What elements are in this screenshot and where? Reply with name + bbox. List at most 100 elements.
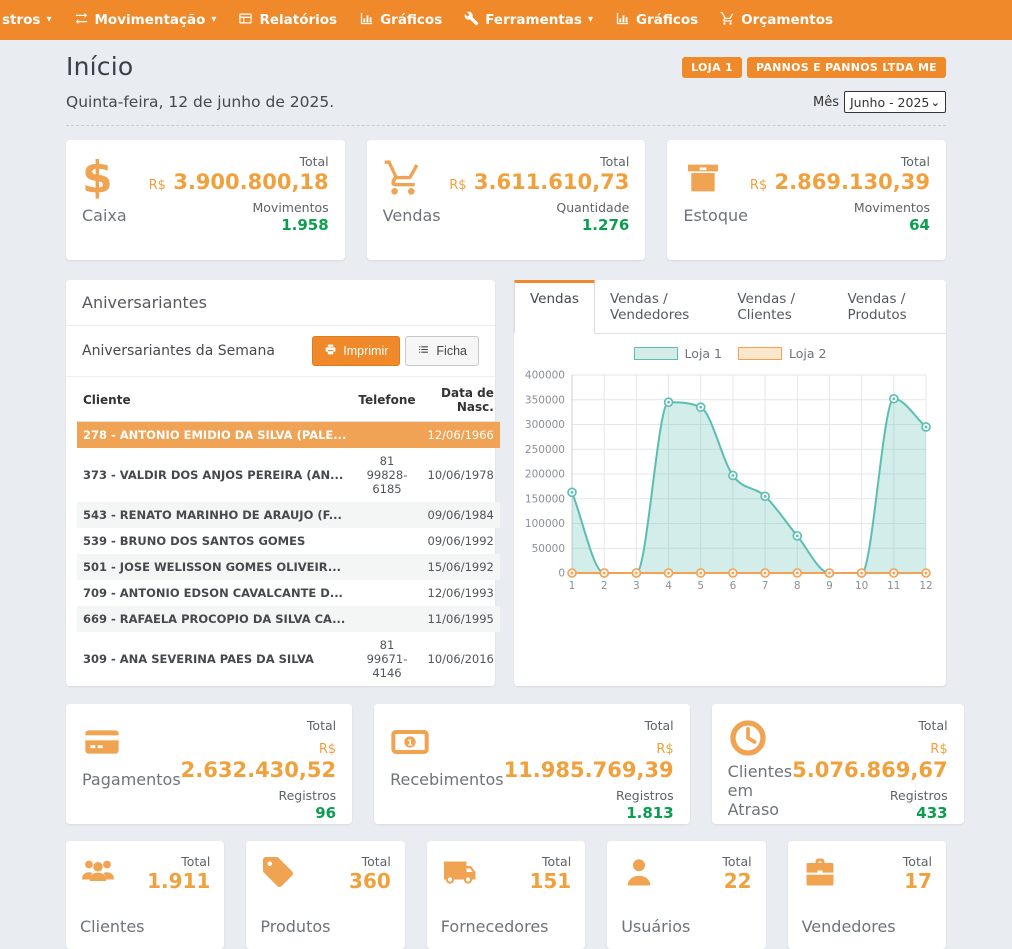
total-label: Total xyxy=(149,154,329,169)
card-label: Usuários xyxy=(621,917,751,936)
stat-card-pagamentos[interactable]: Pagamentos Total R$ 2.632.430,52 Registr… xyxy=(66,704,352,824)
svg-text:400000: 400000 xyxy=(525,370,565,382)
money-bill-icon: 1 xyxy=(390,718,503,766)
sales-chart: 0500001000001500002000002500003000003500… xyxy=(514,361,946,615)
column-header-telefone[interactable]: Telefone xyxy=(352,379,421,422)
birthdays-panel-title: Aniversariantes xyxy=(66,280,495,326)
sub-label: Registros xyxy=(504,788,674,803)
count-value: 1.911 xyxy=(147,869,210,893)
total-label: Total xyxy=(903,854,932,869)
table-row[interactable]: 501 - JOSE WELISSON GOMES OLIVEIR...15/0… xyxy=(77,554,500,580)
cell-name: 709 - ANTONIO EDSON CAVALCANTE D... xyxy=(77,580,352,606)
sales-chart-panel: Vendas Vendas / Vendedores Vendas / Clie… xyxy=(514,280,946,686)
tab-vendas[interactable]: Vendas xyxy=(514,280,595,334)
svg-text:2: 2 xyxy=(601,580,608,592)
cell-date: 09/06/1984 xyxy=(422,502,500,528)
count-card-vendedores[interactable]: Total 17 Vendedores xyxy=(788,841,946,949)
nav-item-relatorios[interactable]: Relatórios xyxy=(227,0,348,40)
sub-label: Registros xyxy=(181,788,336,803)
nav-item-orcamentos[interactable]: Orçamentos xyxy=(709,0,844,40)
cell-date: 09/06/1992 xyxy=(422,528,500,554)
briefcase-icon xyxy=(802,854,838,894)
stat-card-estoque[interactable]: Estoque Total R$ 2.869.130,39 Movimentos… xyxy=(667,140,946,260)
cell-phone: 81 99828-6185 xyxy=(352,448,421,502)
top-navbar: stros ▾ Movimentação ▾ Relatórios Gráfic… xyxy=(0,0,1012,40)
caret-down-icon: ▾ xyxy=(588,15,593,25)
count-card-produtos[interactable]: Total 360 Produtos xyxy=(246,841,404,949)
svg-text:5: 5 xyxy=(697,580,704,592)
nav-item-graficos-2[interactable]: Gráficos xyxy=(604,0,709,40)
card-label: Clientes xyxy=(80,917,210,936)
clock-icon xyxy=(728,718,793,758)
cell-date: 11/06/1995 xyxy=(422,606,500,632)
nav-item-graficos-1[interactable]: Gráficos xyxy=(348,0,453,40)
chart-legend: Loja 1 Loja 2 xyxy=(514,346,946,361)
table-row[interactable]: 278 - ANTONIO EMIDIO DA SILVA (PALE...12… xyxy=(77,422,500,449)
cell-date: 10/06/2016 xyxy=(422,632,500,686)
count-card-fornecedores[interactable]: Total 151 Fornecedores xyxy=(427,841,585,949)
store-badge: LOJA 1 xyxy=(682,57,742,78)
nav-item-label: Ferramentas xyxy=(485,12,582,28)
birthdays-panel: Aniversariantes Aniversariantes da Seman… xyxy=(66,280,495,686)
table-row[interactable]: 373 - VALDIR DOS ANJOS PEREIRA (AN...81 … xyxy=(77,448,500,502)
cell-phone xyxy=(352,554,421,580)
print-button[interactable]: Imprimir xyxy=(312,336,400,366)
svg-text:150000: 150000 xyxy=(525,493,565,505)
ficha-button[interactable]: Ficha xyxy=(405,336,479,366)
svg-text:0: 0 xyxy=(558,568,565,580)
stat-card-caixa[interactable]: $ Caixa Total R$ 3.900.800,18 Movimentos… xyxy=(66,140,345,260)
svg-text:200000: 200000 xyxy=(525,469,565,481)
tab-vendas-clientes[interactable]: Vendas / Clientes xyxy=(722,280,832,333)
current-date: Quinta-feira, 12 de junho de 2025. xyxy=(66,93,334,111)
svg-text:350000: 350000 xyxy=(525,394,565,406)
cell-date: 15/06/1992 xyxy=(422,554,500,580)
nav-item-label: Gráficos xyxy=(636,12,698,28)
month-label: Mês xyxy=(813,95,839,110)
nav-item-movimentacao[interactable]: Movimentação ▾ xyxy=(63,0,228,40)
exchange-icon xyxy=(74,11,89,30)
nav-item-label: Relatórios xyxy=(259,12,337,28)
count-value: 151 xyxy=(529,869,571,893)
svg-text:250000: 250000 xyxy=(525,444,565,456)
svg-text:50000: 50000 xyxy=(532,543,565,555)
column-header-data-nasc[interactable]: Data de Nasc. xyxy=(422,379,500,422)
table-row[interactable]: 669 - RAFAELA PROCOPIO DA SILVA CA...11/… xyxy=(77,606,500,632)
tab-vendas-vendedores[interactable]: Vendas / Vendedores xyxy=(595,280,722,333)
company-badge: PANNOS E PANNOS LTDA ME xyxy=(747,57,946,78)
printer-icon xyxy=(324,343,337,359)
stat-card-vendas[interactable]: Vendas Total R$ 3.611.610,73 Quantidade … xyxy=(367,140,646,260)
count-card-usuarios[interactable]: Total 22 Usuários xyxy=(607,841,765,949)
column-header-cliente[interactable]: Cliente xyxy=(77,379,352,422)
legend-item-loja1: Loja 1 xyxy=(634,346,722,361)
nav-item-cadastros[interactable]: stros ▾ xyxy=(0,0,63,40)
nav-item-ferramentas[interactable]: Ferramentas ▾ xyxy=(453,0,604,40)
nav-item-label: Movimentação xyxy=(95,12,206,28)
svg-text:10: 10 xyxy=(855,580,868,592)
stat-card-clientes-em-atraso[interactable]: Clientes em Atraso Total R$ 5.076.869,67… xyxy=(712,704,964,824)
total-label: Total xyxy=(181,718,336,733)
table-row[interactable]: 309 - ANA SEVERINA PAES DA SILVA81 99671… xyxy=(77,632,500,686)
total-label: Total xyxy=(722,854,751,869)
total-label: Total xyxy=(529,854,571,869)
birthdays-subtitle: Aniversariantes da Semana xyxy=(82,343,275,359)
total-label: Total xyxy=(449,154,629,169)
total-label: Total xyxy=(349,854,391,869)
month-select[interactable]: Junho - 2025 ⌄ xyxy=(844,91,946,113)
table-row[interactable]: 539 - BRUNO DOS SANTOS GOMES09/06/1992 xyxy=(77,528,500,554)
month-select-value: Junho - 2025 xyxy=(850,95,929,110)
stat-card-recebimentos[interactable]: 1 Recebimentos Total R$ 11.985.769,39 Re… xyxy=(374,704,690,824)
card-label: Produtos xyxy=(260,917,390,936)
tab-vendas-produtos[interactable]: Vendas / Produtos xyxy=(833,280,946,333)
cell-phone xyxy=(352,528,421,554)
sub-value: 64 xyxy=(750,216,930,234)
table-row[interactable]: 543 - RENATO MARINHO DE ARAUJO (F...09/0… xyxy=(77,502,500,528)
card-label: Clientes em Atraso xyxy=(728,762,793,819)
users-icon xyxy=(80,854,116,894)
cell-date: 12/06/1966 xyxy=(422,422,500,449)
sub-label: Quantidade xyxy=(449,200,629,215)
table-row[interactable]: 709 - ANTONIO EDSON CAVALCANTE D...12/06… xyxy=(77,580,500,606)
sub-value: 1.813 xyxy=(504,804,674,822)
sub-label: Movimentos xyxy=(149,200,329,215)
svg-text:100000: 100000 xyxy=(525,518,565,530)
count-card-clientes[interactable]: Total 1.911 Clientes xyxy=(66,841,224,949)
